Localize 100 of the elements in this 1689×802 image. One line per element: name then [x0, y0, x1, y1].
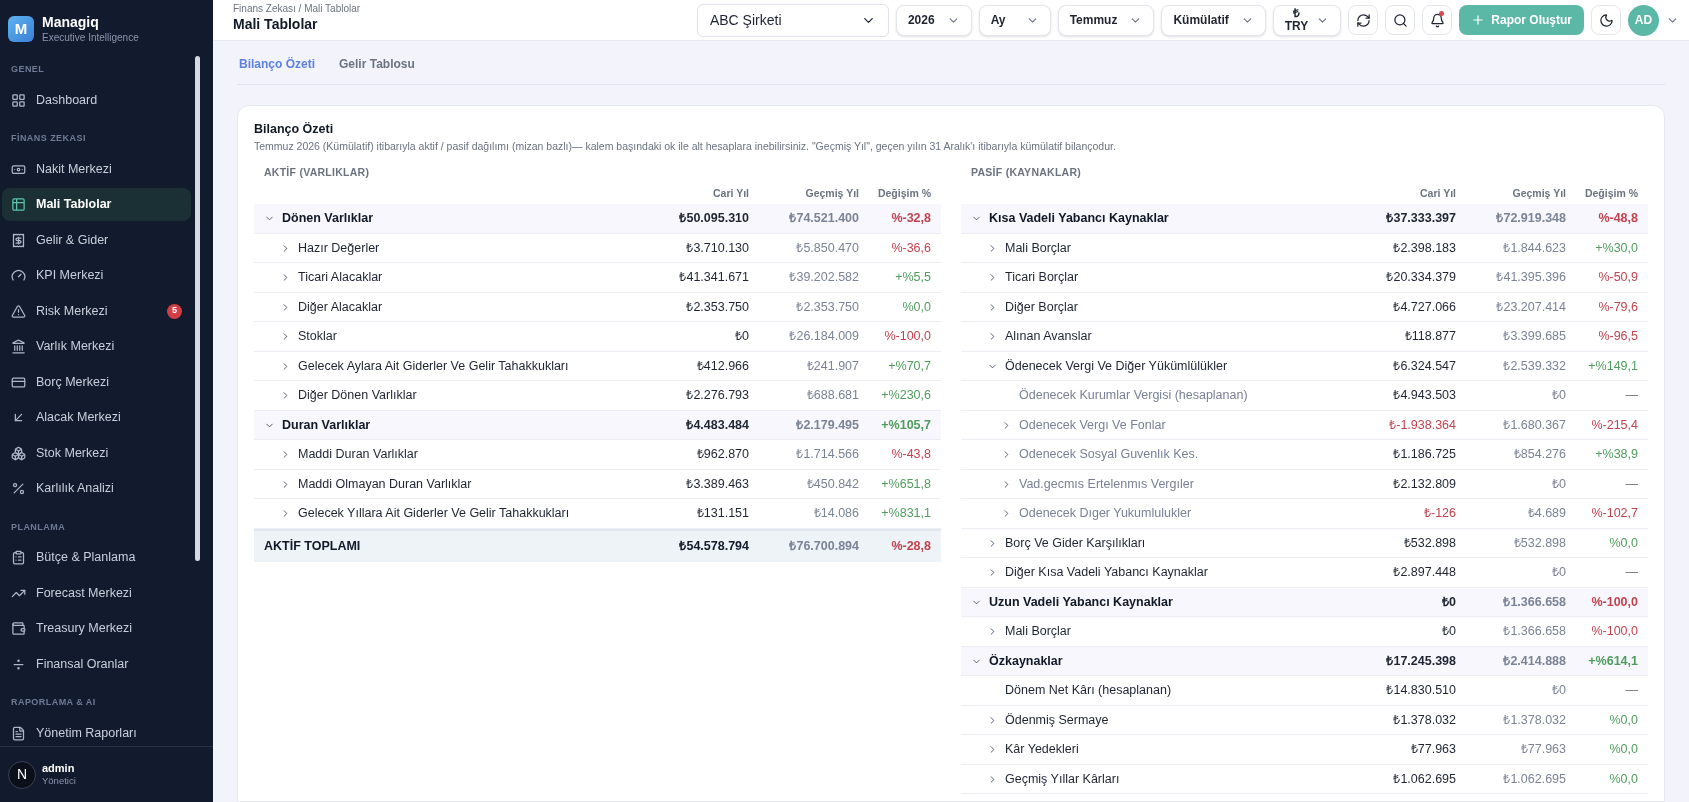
current-year-value: ₺1.062.695 [1392, 770, 1456, 788]
previous-year-value: ₺854.276 [1512, 446, 1566, 464]
row-label: Gelecek Yıllara Ait Giderler Ve Gelir Tahakkukları [298, 505, 570, 523]
search-icon [1392, 12, 1408, 28]
change-value: %-96,5 [1597, 328, 1639, 346]
total-label: AKTİF TOPLAMI [263, 537, 362, 555]
group-row[interactable]: Dönen Varlıklar ₺50.095.310 ₺74.521.400 %-32,8 [254, 204, 941, 234]
row-label: Vad.gecmıs Ertelenmıs Vergıler [1019, 475, 1194, 493]
row-label: Odenecek Vergı Ve Fonlar [1019, 416, 1166, 434]
row-label: Uzun Vadeli Yabancı Kaynaklar [989, 593, 1173, 611]
breadcrumb: Finans Zekası / Mali Tablolar [233, 3, 361, 16]
current-year-value: ₺412.966 [695, 357, 749, 375]
section-label: GENEL [10, 63, 46, 76]
current-year-value: ₺0 [1441, 593, 1456, 611]
theme-toggle-button[interactable] [1591, 5, 1621, 35]
plus-icon [1471, 13, 1486, 27]
user-avatar[interactable]: N [8, 760, 36, 789]
group-row[interactable]: Kısa Vadeli Yabancı Kaynaklar ₺37.333.397 ₺72.919.348 %-48,8 [961, 204, 1648, 234]
row-label: Hazır Değerler [298, 239, 380, 257]
row-label: Diğer Alacaklar [298, 298, 383, 316]
row-label: Diğer Kısa Vadeli Yabancı Kaynaklar [1005, 564, 1208, 582]
table-icon [11, 197, 26, 212]
row-label: Özkaynaklar [989, 652, 1063, 670]
change-value: %-102,7 [1590, 505, 1639, 523]
row-label: Duran Varlıklar [282, 416, 371, 434]
sidebar-item[interactable]: KPI Merkezi [2, 259, 191, 292]
clipboard-icon [11, 550, 26, 565]
row-label: Geçmiş Yıllar Kârları [1005, 770, 1120, 788]
group-row[interactable]: Duran Varlıklar ₺4.483.484 ₺2.179.495 +%105,7 [254, 410, 941, 441]
refresh-button[interactable] [1348, 5, 1379, 35]
company-select[interactable]: ABC Şirketi [696, 3, 889, 37]
filter-select[interactable]: 2026 [895, 4, 972, 36]
group-row[interactable]: Uzun Vadeli Yabancı Kaynaklar ₺0 ₺1.366.658 %-100,0 [961, 587, 1648, 618]
gauge-icon [11, 268, 26, 283]
sidebar-item[interactable]: Bütçe & Planlama [2, 541, 191, 574]
percent-icon [11, 481, 26, 496]
change-value: +%614,1 [1587, 652, 1639, 670]
sidebar-item[interactable]: Karlılık Analizi [2, 472, 191, 505]
current-year-value: ₺-1.938.364 [1388, 416, 1456, 434]
section-label: FİNANS ZEKASI [10, 132, 87, 145]
previous-year-value: ₺2.414.888 [1502, 652, 1566, 670]
sidebar-item[interactable]: Forecast Merkezi [2, 576, 191, 610]
bell-icon [1429, 12, 1445, 28]
current-year-value: ₺2.132.809 [1392, 475, 1456, 493]
previous-year-value: ₺76.700.894 [788, 537, 859, 555]
group-row[interactable]: Özkaynaklar ₺17.245.398 ₺2.414.888 +%614,1 [961, 646, 1648, 677]
previous-year-value: ₺1.680.367 [1502, 416, 1566, 434]
sidebar-item[interactable]: Finansal Oranlar [2, 647, 191, 681]
sidebar-item[interactable]: Dashboard [2, 83, 191, 117]
current-year-value: ₺4.943.503 [1392, 387, 1456, 405]
row-label: Kısa Vadeli Yabancı Kaynaklar [989, 210, 1169, 228]
notifications-button[interactable] [1422, 5, 1453, 35]
change-value: %-100,0 [1590, 593, 1639, 611]
previous-year-value: ₺1.844.623 [1502, 239, 1566, 257]
change-value: +%5,5 [894, 269, 932, 287]
previous-year-value: ₺74.521.400 [788, 210, 859, 228]
sidebar-item[interactable]: Mali Tablolar [2, 188, 191, 221]
current-year-value: ₺962.870 [695, 446, 749, 464]
search-button[interactable] [1385, 5, 1416, 35]
card-icon [11, 374, 26, 390]
user-role: Yönetici [42, 775, 76, 788]
previous-year-value: ₺2.353.750 [795, 298, 859, 316]
current-year-value: ₺20.334.379 [1385, 269, 1456, 287]
sidebar-item[interactable]: Borç Merkezi [2, 365, 191, 399]
sidebar-item[interactable]: Nakit Merkezi [2, 152, 191, 186]
currency-select[interactable]: ₺ TRY [1272, 4, 1342, 36]
current-year-value: ₺77.963 [1409, 741, 1456, 759]
current-year-value: ₺0 [1441, 623, 1456, 641]
wallet-icon [11, 621, 26, 636]
previous-year-value: ₺0 [1551, 475, 1566, 493]
current-year-value: ₺-126 [1422, 505, 1456, 523]
current-year-value: ₺3.389.463 [685, 475, 749, 493]
sidebar-item[interactable]: Yönetim Raporları [2, 716, 191, 746]
change-value: %-43,8 [890, 446, 932, 464]
column-header: Değişim % [876, 186, 932, 202]
row-label: Mali Borçlar [1005, 623, 1071, 641]
filter-select[interactable]: Temmuz [1057, 4, 1155, 36]
brand-name: Managiq [42, 14, 100, 32]
filter-select[interactable]: Kümülatif [1161, 4, 1266, 36]
row-label: Ticari Borçlar [1005, 269, 1079, 287]
column-header: Cari Yıl [1419, 186, 1456, 202]
previous-year-value: ₺0 [1551, 564, 1566, 582]
tab[interactable]: Gelir Tablosu [337, 55, 417, 73]
page-title: Mali Tablolar [233, 15, 319, 33]
sidebar-item[interactable]: Varlık Merkezi [2, 330, 191, 363]
sidebar-item[interactable]: Stok Merkezi [2, 436, 191, 470]
filter-select[interactable]: Ay [978, 4, 1051, 36]
sidebar-item[interactable]: Alacak Merkezi [2, 401, 191, 434]
change-value: +%38,9 [1594, 446, 1639, 464]
section-label: RAPORLAMA & AI [10, 696, 97, 709]
current-year-value: ₺2.276.793 [685, 387, 749, 405]
sidebar-item[interactable]: Risk Merkezi 5 [2, 294, 191, 328]
previous-year-value: ₺1.062.695 [1502, 770, 1566, 788]
sidebar-item[interactable]: Gelir & Gider [2, 223, 191, 257]
sidebar-item[interactable]: Treasury Merkezi [2, 612, 191, 645]
row-label: Dönem Net Kârı (hesaplanan) [1005, 682, 1172, 700]
previous-year-value: ₺4.689 [1526, 505, 1566, 523]
previous-year-value: ₺688.681 [805, 387, 859, 405]
sidebar-scrollbar[interactable] [195, 56, 200, 561]
row-label: Borç Ve Gider Karşılıkları [1005, 534, 1146, 552]
